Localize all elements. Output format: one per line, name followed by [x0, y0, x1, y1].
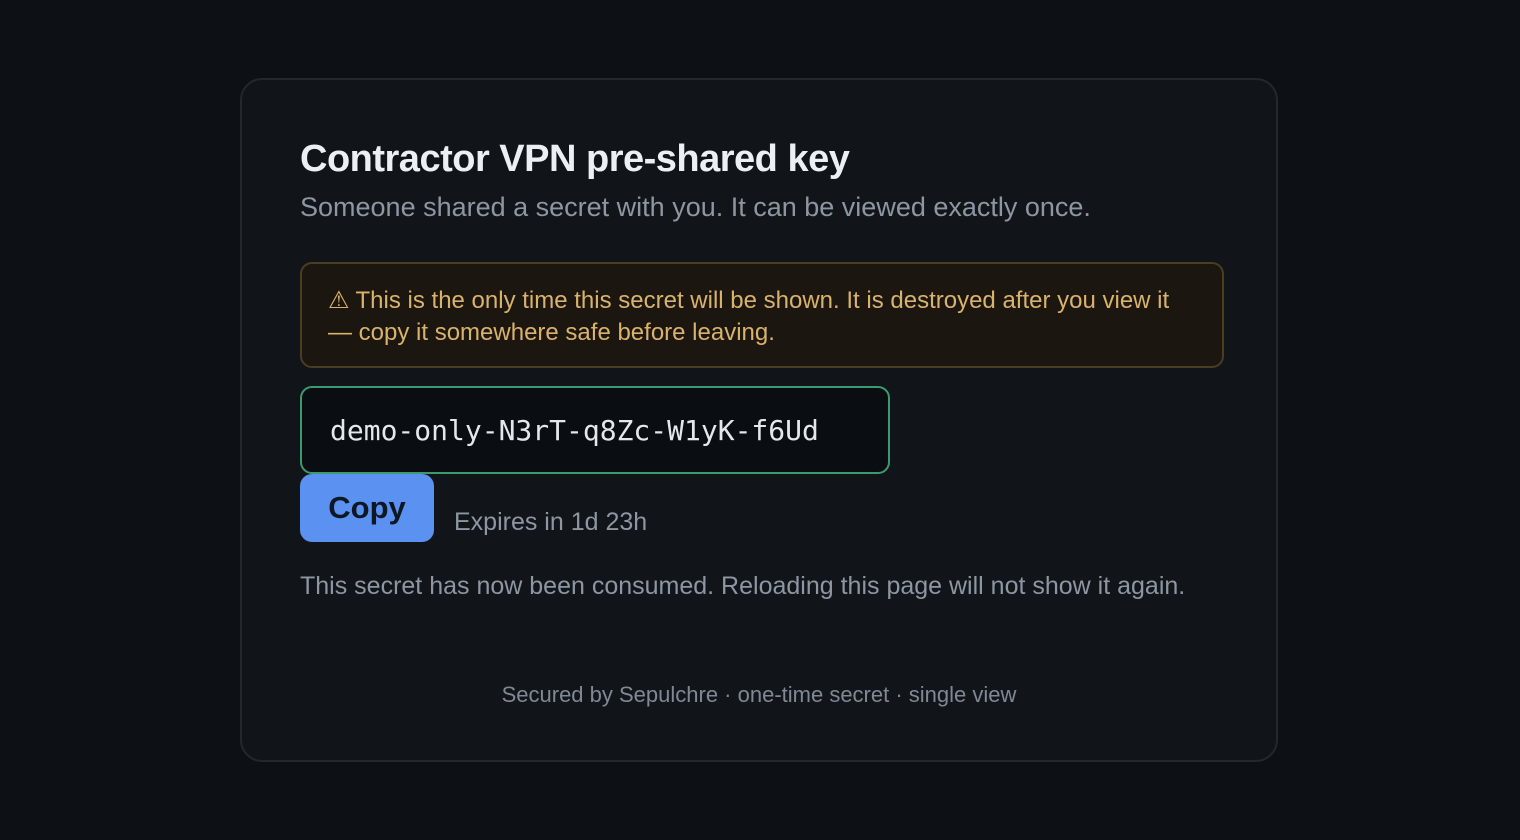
page-title: Contractor VPN pre-shared key	[300, 138, 850, 180]
secret-card: Contractor VPN pre-shared key Someone sh…	[240, 78, 1278, 762]
copy-button[interactable]: Copy	[300, 474, 434, 542]
footer-text: Secured by Sepulchre · one-time secret ·…	[501, 682, 1017, 707]
expiry-text: Expires in 1d 23h	[454, 508, 648, 536]
warning-triangle-icon: ⚠	[328, 287, 350, 314]
secret-value[interactable]: demo-only-N3rT-q8Zc-W1yK-f6Ud	[330, 414, 819, 447]
warning-banner: ⚠ This is the only time this secret will …	[300, 262, 1224, 368]
consumed-notice: This secret has now been consumed. Reloa…	[300, 572, 1186, 600]
page-subtitle: Someone shared a secret with you. It can…	[300, 192, 1091, 222]
secret-value-field[interactable]: demo-only-N3rT-q8Zc-W1yK-f6Ud	[300, 386, 890, 474]
warning-text: This is the only time this secret will b…	[328, 287, 1170, 346]
